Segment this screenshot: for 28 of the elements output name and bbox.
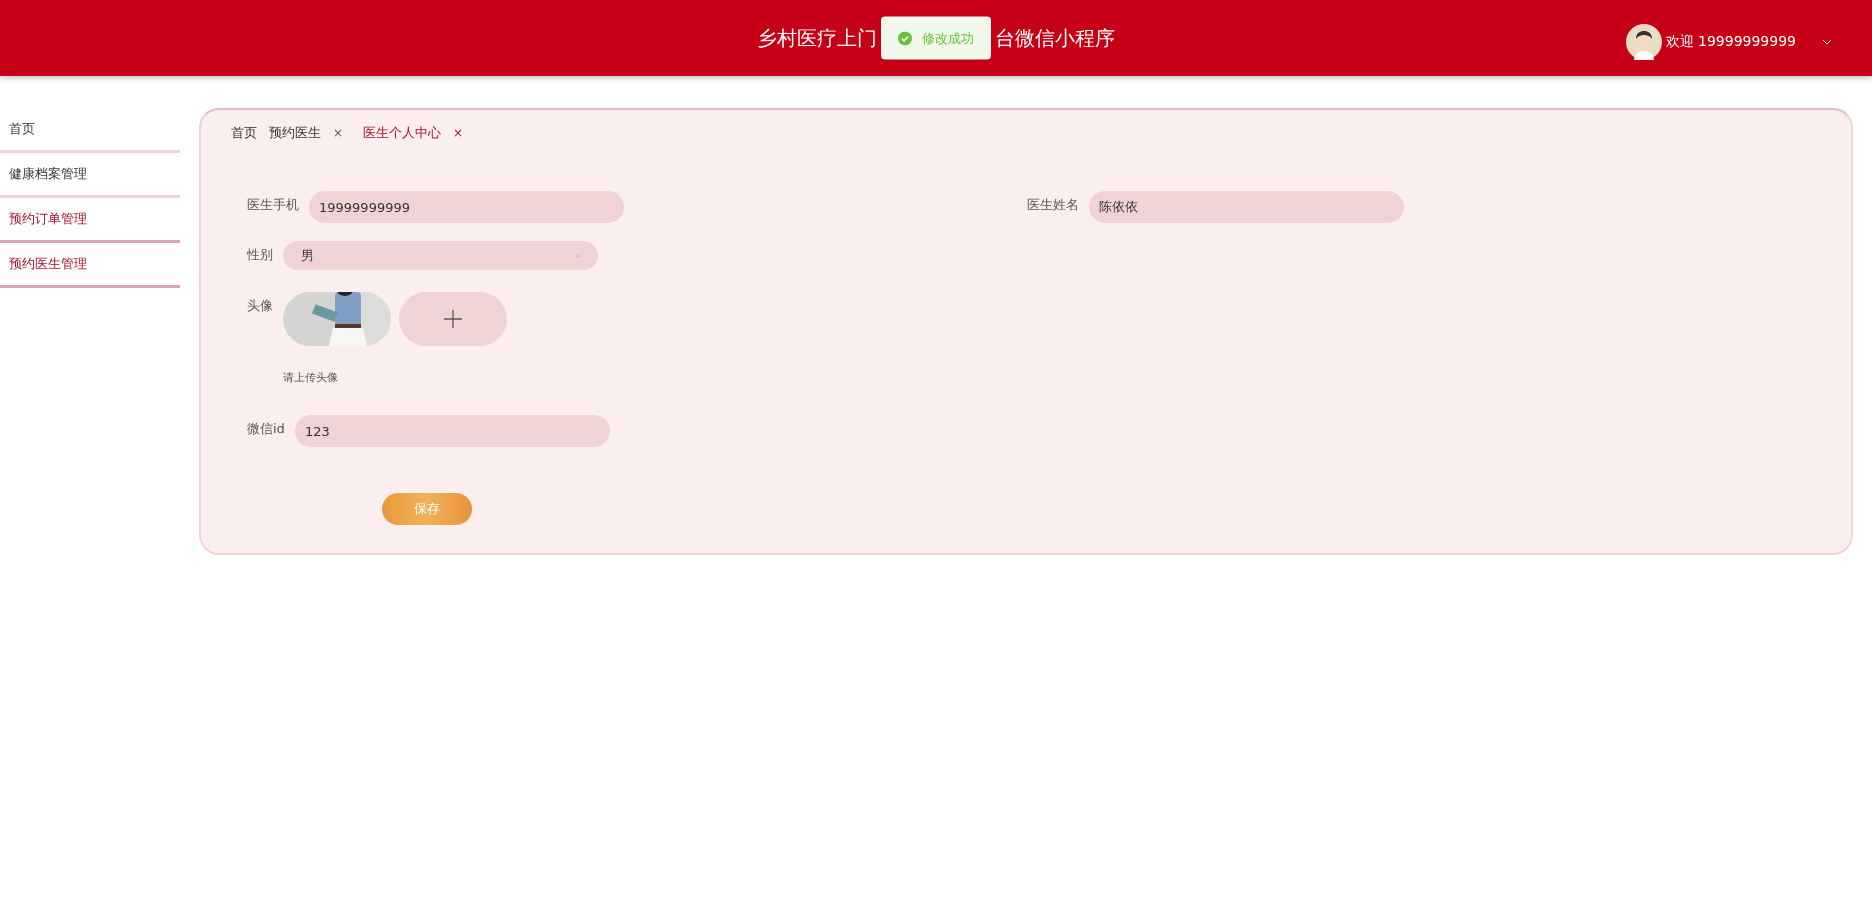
tab[interactable]: 预约医生 xyxy=(269,124,321,142)
field-label: 医生姓名 xyxy=(1027,196,1079,214)
sidebar-item[interactable]: 预约订单管理 xyxy=(0,198,180,243)
app-title: 台微信小程序 xyxy=(995,24,1115,52)
field-label: 性别 xyxy=(247,246,273,264)
tab[interactable]: 医生个人中心 xyxy=(363,124,442,142)
toast-message: 修改成功 xyxy=(922,29,974,47)
close-icon[interactable]: × xyxy=(453,126,464,140)
avatar-icon[interactable] xyxy=(1625,24,1662,60)
input-field[interactable]: 19999999999 xyxy=(309,191,624,223)
input-field[interactable]: 陈依依 xyxy=(1089,191,1404,223)
chevron-down-icon xyxy=(574,253,582,258)
plus-icon xyxy=(444,310,462,328)
tab[interactable]: 首页 xyxy=(231,124,257,142)
input-field[interactable]: 123 xyxy=(294,415,610,447)
sidebar-item[interactable]: 预约医生管理 xyxy=(0,243,180,288)
sidebar-item[interactable]: 首页 xyxy=(0,108,180,153)
field-label: 医生手机 xyxy=(247,196,299,214)
field-label: 头像 xyxy=(247,297,273,315)
close-icon[interactable]: × xyxy=(333,126,344,140)
field-label: 微信id xyxy=(247,420,285,438)
app-title: 乡村医疗上门 xyxy=(757,24,877,52)
chevron-down-icon[interactable] xyxy=(1822,39,1832,45)
upload-hint: 请上传头像 xyxy=(283,370,339,385)
select-field[interactable]: 男 xyxy=(283,241,598,270)
sidebar-item[interactable]: 健康档案管理 xyxy=(0,153,180,198)
welcome-text: 欢迎 19999999999 xyxy=(1665,33,1796,51)
check-circle-icon xyxy=(898,31,912,45)
